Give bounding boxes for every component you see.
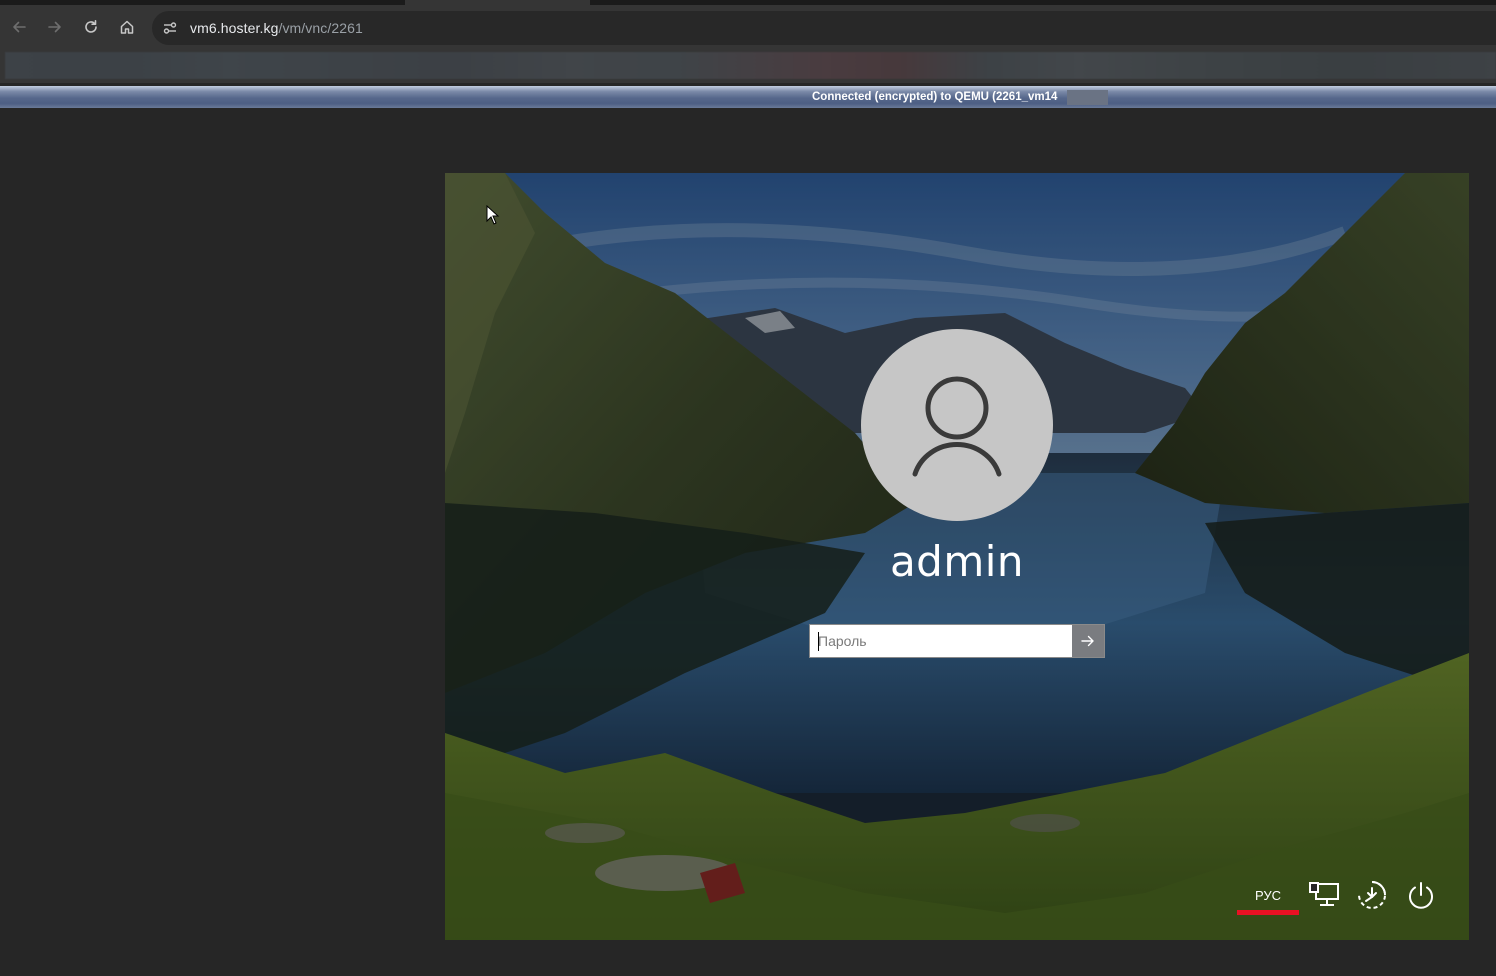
power-icon <box>1409 882 1433 909</box>
url-host: vm6.hoster.kg <box>190 20 279 36</box>
vnc-status-text: Connected (encrypted) to QEMU (2261_vm14 <box>812 91 1058 103</box>
language-indicator-label: РУС <box>1254 888 1282 903</box>
password-input[interactable] <box>810 625 1072 657</box>
vnc-status-bar: Connected (encrypted) to QEMU (2261_vm14 <box>0 86 1496 108</box>
url-text[interactable]: vm6.hoster.kg/vm/vnc/2261 <box>190 20 363 36</box>
language-indicator-button[interactable]: РУС <box>1237 873 1299 917</box>
user-avatar <box>861 329 1053 521</box>
back-arrow-icon <box>13 21 26 33</box>
site-settings-icon <box>163 22 177 34</box>
network-icon <box>1309 882 1339 906</box>
bookmarks-bar <box>0 50 1496 83</box>
site-info-button[interactable] <box>160 18 180 38</box>
redacted-area <box>1067 90 1108 105</box>
mouse-pointer-icon <box>486 205 500 225</box>
arrow-right-icon <box>1081 635 1094 647</box>
reload-button[interactable] <box>77 13 105 41</box>
submit-button[interactable] <box>1072 625 1104 657</box>
vnc-screen[interactable]: admin РУС <box>445 173 1469 940</box>
accessibility-button[interactable] <box>1355 878 1389 912</box>
username-label: admin <box>889 537 1025 586</box>
forward-arrow-icon <box>48 21 61 33</box>
text-caret <box>818 632 819 651</box>
blurred-bookmarks <box>5 52 1496 79</box>
browser-toolbar: vm6.hoster.kg/vm/vnc/2261 <box>0 5 1496 50</box>
accessibility-icon <box>1358 881 1386 909</box>
power-button[interactable] <box>1404 878 1438 912</box>
user-avatar-icon <box>912 376 1002 477</box>
password-field-container <box>809 624 1105 658</box>
url-path: /vm/vnc/2261 <box>278 20 363 36</box>
address-bar[interactable]: vm6.hoster.kg/vm/vnc/2261 <box>152 11 1496 45</box>
forward-button[interactable] <box>41 13 69 41</box>
home-button[interactable] <box>113 13 141 41</box>
home-icon <box>120 20 134 34</box>
back-button[interactable] <box>5 13 33 41</box>
reload-icon <box>85 20 97 33</box>
network-button[interactable] <box>1307 878 1341 912</box>
language-indicator-underline <box>1237 910 1299 915</box>
